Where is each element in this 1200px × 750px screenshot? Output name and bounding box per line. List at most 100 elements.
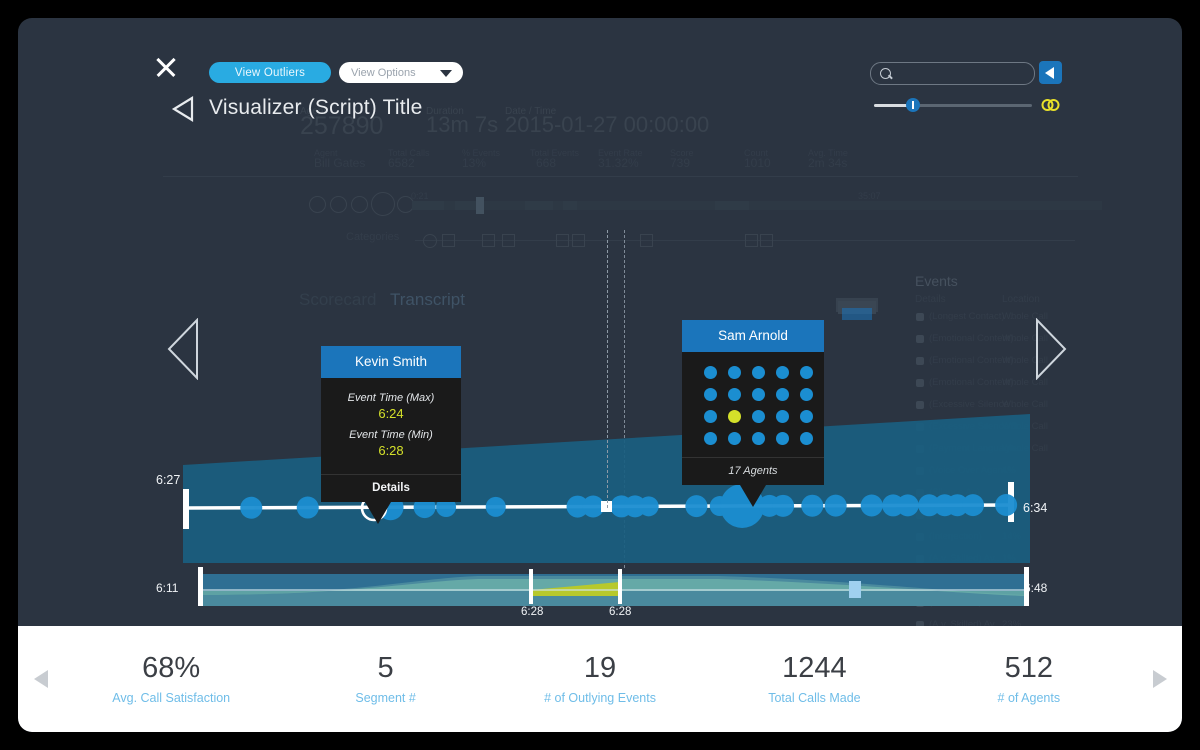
bg-event-detail: (Silence Ag)	[929, 509, 980, 520]
stat-value: 68%	[64, 653, 278, 683]
bg-wave-1	[412, 201, 444, 210]
bg-event-person-icon	[916, 357, 924, 365]
bg-event-detail: (Voice Over Agent...	[929, 465, 1014, 476]
link-loop-icon[interactable]	[1041, 97, 1060, 113]
bg-event-location: Whole Call	[1002, 443, 1048, 454]
bg-event-detail: (A.v. Skilled) Av...	[929, 597, 1002, 608]
mini-timeline-handle-left-label: 6:28	[521, 606, 543, 618]
card-sam-agent-dot-grid	[682, 352, 824, 457]
agent-dot	[776, 388, 789, 401]
app-window: Agent 257890 Duration 13m 7s Date / Time…	[18, 18, 1182, 732]
bg-event-location: 4%	[1002, 509, 1016, 520]
close-icon[interactable]	[153, 54, 179, 80]
card-sam-agents-label: 17 Agents	[682, 457, 824, 485]
tooltip-card-kevin-smith[interactable]: Kevin Smith Event Time (Max) 6:24 Event …	[321, 346, 461, 502]
bg-event-person-icon	[916, 467, 924, 475]
card-kevin-body: Event Time (Max) 6:24 Event Time (Min) 6…	[321, 378, 461, 474]
agent-dot	[800, 432, 813, 445]
agent-dot	[800, 366, 813, 379]
stat-value: 512	[922, 653, 1136, 683]
bg-player-total: 35:07	[858, 191, 881, 201]
agent-dot	[728, 432, 741, 445]
bg-event-detail: (A.v. Skilled) Av...	[929, 553, 1002, 564]
stats-next-button[interactable]	[1136, 669, 1182, 689]
bg-event-location: 6%	[1002, 487, 1016, 498]
bg-row-calls: 6582	[388, 156, 415, 170]
stat-value: 5	[278, 653, 492, 683]
back-triangle-icon[interactable]	[171, 96, 195, 122]
bg-events-title: Events	[915, 273, 958, 289]
bg-categories-label: Categories	[346, 231, 399, 243]
view-outliers-button[interactable]: View Outliers	[209, 62, 331, 83]
stat-caption: Avg. Call Satisfaction	[64, 691, 278, 705]
bg-event-person-icon	[916, 401, 924, 409]
card-kevin-details-button[interactable]: Details	[321, 474, 461, 502]
main-timeline-start-label: 6:27	[156, 473, 180, 487]
main-playhead-dashed	[607, 230, 608, 508]
bg-player-time: 0:21	[411, 191, 429, 201]
agent-dot	[776, 366, 789, 379]
view-options-dropdown[interactable]: View Options	[339, 62, 463, 83]
stat-card-0: 68% Avg. Call Satisfaction	[64, 653, 278, 705]
bg-cat-node-6	[640, 234, 653, 247]
bg-tab-scorecard: Scorecard	[299, 290, 376, 310]
bg-player-icon-2	[330, 196, 347, 213]
bg-waveform-track	[412, 201, 1102, 210]
stats-prev-button[interactable]	[18, 669, 64, 689]
bg-event-location: 4%	[1002, 465, 1016, 476]
zoom-slider-knob[interactable]	[906, 98, 920, 112]
stats-row: 68% Avg. Call Satisfaction5 Segment #19# o…	[64, 653, 1136, 705]
main-timeline-end-label: 6:34	[1023, 501, 1047, 515]
search-input[interactable]	[897, 65, 1029, 84]
bg-player-play-icon	[371, 192, 395, 216]
bg-event-person-icon	[916, 379, 924, 387]
stat-value: 19	[493, 653, 707, 683]
agent-dot	[752, 410, 765, 423]
bg-player-icon-1	[309, 196, 326, 213]
agent-dot	[728, 410, 741, 423]
bg-wave-2	[455, 201, 476, 210]
bg-cat-node-0	[423, 234, 437, 248]
next-segment-chevron[interactable]	[1034, 318, 1068, 385]
bg-event-location: Whole Call	[1002, 421, 1048, 432]
bg-cat-node-1	[442, 234, 455, 247]
bg-cat-node-2	[482, 234, 495, 247]
bg-wave-3	[525, 201, 553, 210]
tooltip-card-sam-arnold[interactable]: Sam Arnold 17 Agents	[682, 320, 824, 485]
card-kevin-min-value: 6:28	[321, 443, 461, 458]
card-kevin-max-label: Event Time (Max)	[321, 392, 461, 404]
card-kevin-title: Kevin Smith	[321, 346, 461, 378]
stat-caption: Segment #	[278, 691, 492, 705]
search-box[interactable]	[870, 62, 1035, 85]
panel-collapse-button[interactable]	[1039, 61, 1062, 84]
bg-row-rate: 31.32%	[598, 156, 639, 170]
bg-row-events: 668	[536, 156, 556, 170]
bg-event-location: 1%	[1002, 553, 1016, 564]
bg-event-person-icon	[916, 577, 924, 585]
agent-dot	[800, 410, 813, 423]
bg-event-person-icon	[916, 511, 924, 519]
bg-event-person-icon	[916, 445, 924, 453]
page-title: Visualizer (Script) Title	[209, 96, 423, 120]
agent-dot	[704, 366, 717, 379]
bg-events-col-details: Details	[915, 294, 946, 305]
card-sam-pointer	[740, 485, 766, 507]
bg-event-detail: (Silence Ag)	[929, 487, 980, 498]
summary-stats-bar: 68% Avg. Call Satisfaction5 Segment #19# o…	[18, 626, 1182, 732]
chevron-down-icon	[440, 70, 452, 77]
top-toolbar: View Outliers View Options Visualizer (S…	[18, 18, 1182, 128]
bg-event-person-icon	[916, 555, 924, 563]
bg-cat-node-7	[745, 234, 758, 247]
agent-dot	[704, 432, 717, 445]
stat-card-4: 512# of Agents	[922, 653, 1136, 705]
stat-caption: Total Calls Made	[707, 691, 921, 705]
bg-event-person-icon	[916, 313, 924, 321]
zoom-slider[interactable]	[874, 103, 1032, 107]
stat-card-2: 19# of Outlying Events	[493, 653, 707, 705]
mini-timeline-start-label: 6:11	[156, 581, 178, 595]
bg-row-time: 2m 34s	[808, 156, 847, 170]
stat-card-1: 5 Segment #	[278, 653, 492, 705]
view-options-label: View Options	[351, 67, 416, 79]
card-kevin-max-value: 6:24	[321, 406, 461, 421]
prev-segment-chevron[interactable]	[166, 318, 200, 385]
